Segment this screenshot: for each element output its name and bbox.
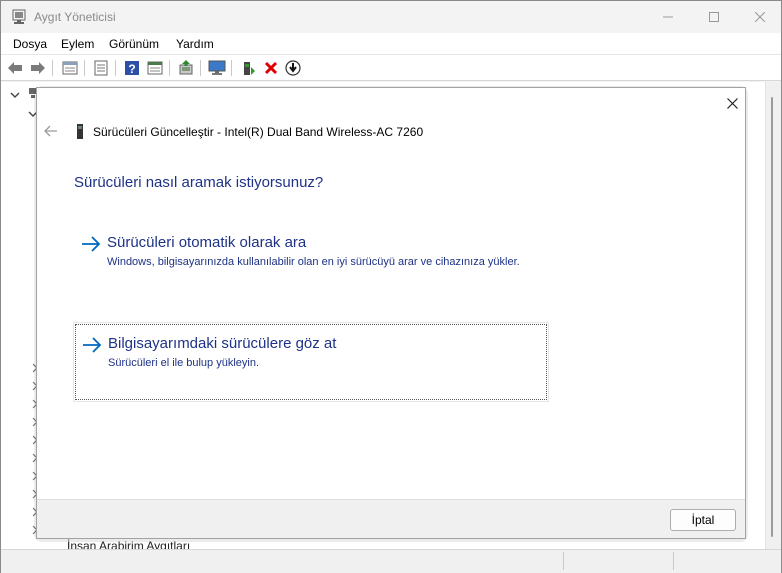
window-title: Aygıt Yöneticisi bbox=[34, 10, 116, 24]
properties-icon bbox=[62, 61, 78, 75]
menu-bar: Dosya Eylem Görünüm Yardım bbox=[1, 33, 781, 55]
network-adapter-icon bbox=[77, 124, 83, 139]
dialog-heading: Sürücüleri nasıl aramak istiyorsunuz? bbox=[74, 174, 324, 191]
download-button[interactable] bbox=[284, 59, 302, 77]
update-driver-button[interactable] bbox=[177, 59, 195, 77]
remove-device-button[interactable] bbox=[262, 59, 280, 77]
toolbar-separator bbox=[169, 60, 170, 76]
toolbar-separator bbox=[52, 60, 53, 76]
forward-arrow-icon bbox=[31, 62, 45, 74]
search-automatically-option[interactable]: Sürücüleri otomatik olarak ara Windows, … bbox=[75, 228, 547, 290]
remove-icon bbox=[264, 61, 278, 75]
option-description: Windows, bilgisayarınızda kullanılabilir… bbox=[107, 256, 520, 268]
close-icon bbox=[726, 97, 738, 109]
minimize-icon bbox=[663, 16, 673, 18]
dialog-footer: İptal bbox=[37, 499, 745, 538]
list-view-icon bbox=[94, 60, 108, 76]
close-window-button[interactable] bbox=[737, 1, 782, 33]
add-hardware-button[interactable] bbox=[239, 59, 257, 77]
toolbar-separator bbox=[231, 60, 232, 76]
download-icon bbox=[285, 60, 301, 76]
arrow-right-icon bbox=[83, 337, 102, 353]
toolbar-separator bbox=[84, 60, 85, 76]
dialog-title: Sürücüleri Güncelleştir - Intel(R) Dual … bbox=[93, 125, 424, 139]
back-arrow-icon bbox=[44, 125, 57, 137]
minimize-button[interactable] bbox=[645, 1, 691, 33]
browse-my-computer-option[interactable]: Bilgisayarımdaki sürücülere göz at Sürüc… bbox=[73, 322, 549, 402]
chevron-down-icon[interactable] bbox=[10, 91, 20, 99]
help-icon: ? bbox=[125, 61, 139, 76]
menu-gorunum[interactable]: Görünüm bbox=[109, 37, 159, 51]
add-hardware-icon bbox=[244, 62, 255, 75]
details-icon bbox=[147, 61, 163, 75]
toolbar-separator bbox=[115, 60, 116, 76]
option-description: Sürücüleri el ile bulup yükleyin. bbox=[108, 357, 260, 369]
toolbar: ? bbox=[1, 55, 781, 81]
option-title: Sürücüleri otomatik olarak ara bbox=[107, 234, 307, 251]
svg-text:?: ? bbox=[128, 62, 135, 76]
toolbar-separator bbox=[200, 60, 201, 76]
title-bar[interactable]: Aygıt Yöneticisi bbox=[1, 1, 781, 33]
details-button[interactable] bbox=[146, 59, 164, 77]
back-arrow-icon bbox=[8, 62, 22, 74]
device-manager-icon bbox=[12, 9, 26, 24]
dialog-back-button[interactable] bbox=[43, 123, 59, 139]
update-driver-dialog: Sürücüleri Güncelleştir - Intel(R) Dual … bbox=[36, 87, 746, 539]
menu-eylem[interactable]: Eylem bbox=[61, 37, 94, 51]
help-button[interactable]: ? bbox=[123, 59, 141, 77]
maximize-icon bbox=[709, 12, 719, 22]
status-divider bbox=[563, 552, 564, 570]
dialog-close-button[interactable] bbox=[722, 93, 742, 113]
maximize-button[interactable] bbox=[691, 1, 737, 33]
forward-button[interactable] bbox=[29, 59, 47, 77]
properties-button[interactable] bbox=[61, 59, 79, 77]
menu-yardim[interactable]: Yardım bbox=[176, 37, 214, 51]
arrow-right-icon bbox=[82, 236, 101, 252]
option-title: Bilgisayarımdaki sürücülere göz at bbox=[108, 335, 337, 352]
status-divider bbox=[673, 552, 674, 570]
back-button[interactable] bbox=[6, 59, 24, 77]
monitor-icon bbox=[208, 60, 226, 75]
vertical-scrollbar[interactable] bbox=[765, 82, 781, 549]
close-icon bbox=[755, 12, 765, 22]
scrollbar-thumb[interactable] bbox=[771, 97, 773, 537]
status-bar bbox=[1, 549, 781, 573]
cancel-button[interactable]: İptal bbox=[670, 509, 736, 531]
list-view-button[interactable] bbox=[92, 59, 110, 77]
menu-dosya[interactable]: Dosya bbox=[13, 37, 47, 51]
update-driver-icon bbox=[179, 60, 193, 75]
scan-hardware-button[interactable] bbox=[208, 59, 226, 77]
